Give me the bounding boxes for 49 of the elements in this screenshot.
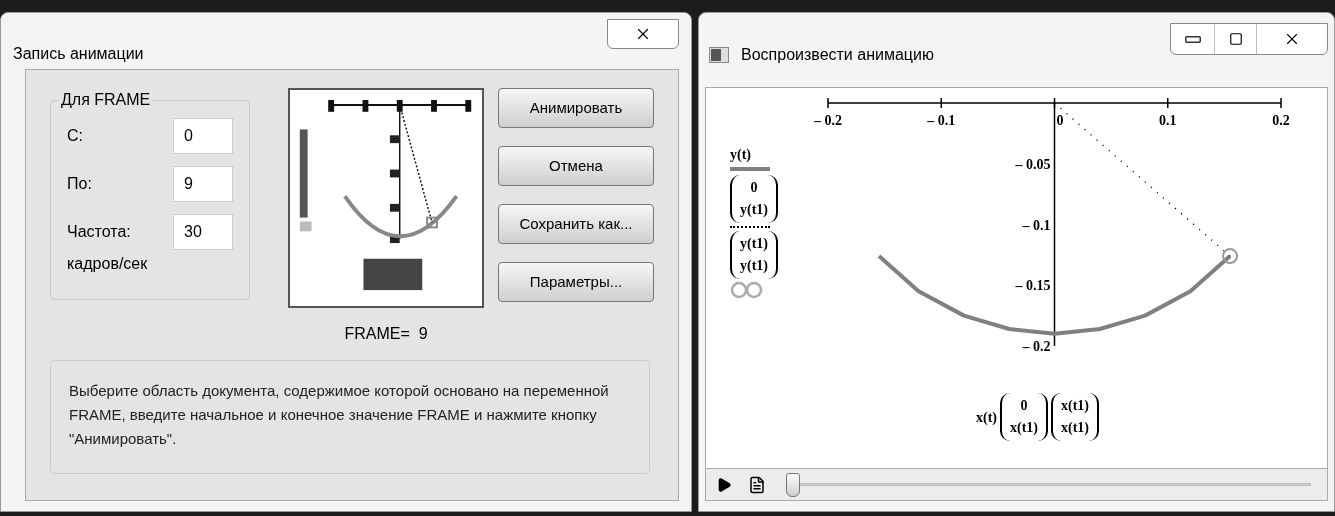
axis-label: x(t): [976, 408, 997, 427]
legend-line: [730, 167, 770, 171]
group-title: Для FRAME: [60, 90, 152, 110]
field-label: Частота:: [67, 222, 131, 242]
matrix-entry: x(t1): [1010, 419, 1038, 437]
window-icon: [709, 47, 729, 63]
slider[interactable]: [788, 471, 1311, 498]
play-icon: [716, 476, 732, 493]
frame-label: FRAME= 9: [344, 324, 428, 344]
input-field[interactable]: 30: [173, 214, 233, 250]
tick-label: 0.1: [1159, 113, 1177, 128]
unit-label: кадров/сек: [67, 254, 149, 274]
tick-label: – 0.15: [1015, 278, 1051, 294]
matrix-entry: y(t1): [740, 201, 768, 219]
tick-label: – 0.05: [1015, 156, 1051, 172]
input-field[interactable]: 9: [173, 166, 233, 202]
tick-label: – 0.1: [1022, 217, 1051, 233]
point-marker: [1222, 248, 1239, 265]
window-title: Воспроизвести анимацию: [741, 45, 934, 65]
slider-thumb[interactable]: [786, 472, 800, 497]
matrix-entry: y(t1): [740, 235, 768, 253]
play-button[interactable]: [716, 476, 732, 493]
matrix-entry: 0: [1020, 397, 1028, 415]
field-label: По:: [67, 174, 92, 194]
matrix-entry: x(t1): [1061, 397, 1089, 415]
tick-label: 0.2: [1272, 113, 1290, 128]
matrix-entry: 0: [750, 179, 758, 197]
legend-line: [730, 226, 770, 228]
matrix-entry: x(t1): [1061, 419, 1089, 437]
tick-label: – 0.1: [927, 113, 956, 128]
maximize-icon: [1228, 32, 1243, 46]
tick-label: 0: [1056, 113, 1064, 128]
dialog-button[interactable]: Отмена: [498, 146, 654, 186]
window-title: Запись анимации: [13, 44, 144, 64]
field-label: С:: [67, 126, 83, 146]
dialog-button[interactable]: Анимировать: [498, 88, 654, 128]
dialog-button[interactable]: Сохранить как...: [498, 204, 654, 244]
matrix-entry: y(t1): [740, 257, 768, 275]
input-field[interactable]: 0: [173, 118, 233, 154]
tick-label: – 0.2: [814, 113, 842, 128]
dialog-button[interactable]: Параметры...: [498, 262, 654, 302]
close-button[interactable]: [607, 19, 679, 49]
document-button[interactable]: [748, 475, 766, 494]
document-icon: [748, 475, 766, 494]
minimize-icon: [1184, 35, 1201, 43]
hint-text: Выберите область документа, содержимое которой основано на переменной FRAME, введите начальное и конечное значение FRAME и нажмите кнопку "Анимировать".: [69, 381, 610, 449]
legend-label: y(t): [730, 146, 751, 164]
marker-icon: [730, 281, 764, 299]
tick-label: – 0.2: [1022, 339, 1051, 354]
